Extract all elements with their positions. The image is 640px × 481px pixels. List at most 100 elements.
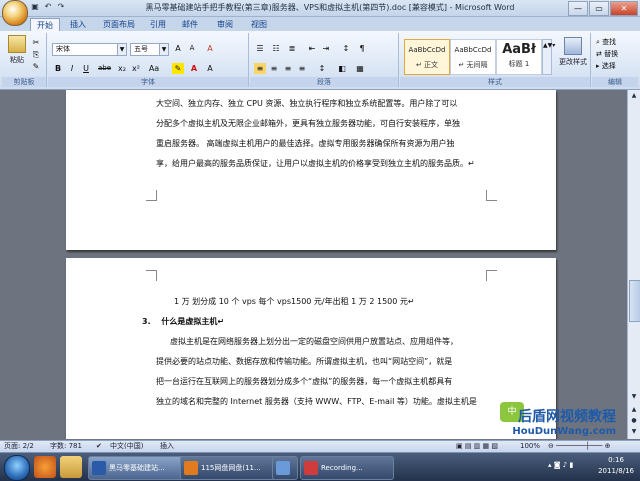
multilevel-icon[interactable]: ≣ [286, 43, 298, 54]
font-name-select[interactable]: 宋体 ▼ [52, 43, 127, 56]
folder-icon[interactable] [60, 456, 82, 478]
body-line: 大空间、独立内存、独立 CPU 资源、独立执行程序和独立系统配置等。用户除了可以 [156, 99, 458, 108]
copy-icon[interactable]: ⎘ [30, 49, 42, 60]
strikethrough-button[interactable]: abe [98, 63, 111, 74]
next-page-icon[interactable]: ▼ [629, 427, 639, 437]
spell-check-icon[interactable]: ✔ [96, 441, 102, 452]
style-no-spacing[interactable]: AaBbCcDd ↵ 无间隔 [450, 39, 496, 75]
tab-references[interactable]: 引用 [150, 18, 166, 31]
paragraph-group: ☰ ☷ ≣ ⇤ ⇥ ↕ ¶ ≡ ≡ ≡ ≡ ↕ ◧ ▦ 段落 [250, 33, 399, 87]
style-name: ↵ 正文 [415, 61, 439, 69]
tab-insert[interactable]: 插入 [70, 18, 86, 31]
select-button[interactable]: ▸ 选择 [596, 61, 616, 71]
change-styles-label: 更改样式 [559, 58, 587, 66]
clear-format-button[interactable]: A [204, 43, 216, 54]
style-sample: AaBbCcDd [454, 46, 492, 54]
zoom-slider[interactable]: ⊖ ───────┼─── ⊕ [548, 441, 611, 452]
tab-mailings[interactable]: 邮件 [182, 18, 198, 31]
find-button[interactable]: ⌕ 查找 [596, 37, 616, 47]
page-indicator[interactable]: 页面: 2/2 [4, 441, 34, 452]
page-1[interactable]: 大空间、独立内存、独立 CPU 资源、独立执行程序和独立系统配置等。用户除了可以… [66, 90, 556, 250]
highlight-icon[interactable]: ✎ [172, 63, 184, 74]
view-buttons[interactable]: ▣ ▤ ▥ ▦ ▧ [456, 441, 498, 452]
word-count[interactable]: 字数: 781 [50, 441, 82, 452]
clock[interactable]: 0:16 2011/8/16 [598, 455, 634, 477]
taskbar-task-app[interactable] [272, 456, 298, 480]
taskbar-task-label: 115网盘网盘(11... [201, 464, 261, 472]
tab-page-layout[interactable]: 页面布局 [103, 18, 135, 31]
margin-mark [146, 270, 157, 281]
prev-page-icon[interactable]: ▲ [629, 405, 639, 415]
firefox-icon[interactable] [34, 456, 56, 478]
undo-icon[interactable]: ↶ [43, 2, 53, 12]
heading-number: 3. [142, 317, 151, 326]
underline-button[interactable]: U [80, 63, 92, 74]
align-left-icon[interactable]: ≡ [254, 63, 266, 74]
language-indicator[interactable]: 中文(中国) [110, 441, 143, 452]
align-right-icon[interactable]: ≡ [282, 63, 294, 74]
heading-text: 什么是虚拟主机↵ [161, 317, 225, 326]
tab-home[interactable]: 开始 [30, 18, 60, 32]
tab-view[interactable]: 视图 [251, 18, 267, 31]
justify-icon[interactable]: ≡ [296, 63, 308, 74]
editing-group-label: 编辑 [592, 77, 638, 87]
change-styles-button[interactable]: 更改样式 [558, 37, 588, 67]
styles-scroll-icon[interactable]: ▲▼▾ [542, 39, 555, 75]
tab-review[interactable]: 审阅 [217, 18, 233, 31]
shading-icon[interactable]: ◧ [336, 63, 348, 74]
paste-button[interactable]: 粘贴 [6, 35, 28, 65]
bold-button[interactable]: B [52, 63, 64, 74]
paste-icon [8, 35, 26, 53]
subscript-button[interactable]: x₂ [116, 63, 128, 74]
style-normal[interactable]: AaBbCcDd ↵ 正文 [404, 39, 450, 75]
superscript-button[interactable]: x² [130, 63, 142, 74]
start-button[interactable] [4, 455, 30, 481]
save-icon[interactable]: ▣ [30, 2, 40, 12]
document-area[interactable]: 大空间、独立内存、独立 CPU 资源、独立执行程序和独立系统配置等。用户除了可以… [0, 90, 628, 439]
office-button[interactable] [2, 0, 28, 26]
close-button[interactable]: ✕ [610, 1, 638, 16]
shrink-font-button[interactable]: A [186, 43, 198, 54]
line-spacing-icon[interactable]: ↕ [316, 63, 328, 74]
borders-icon[interactable]: ▦ [354, 63, 366, 74]
change-case-button[interactable]: Aa [148, 63, 160, 74]
status-bar: 页面: 2/2 字数: 781 ✔ 中文(中国) 插入 ▣ ▤ ▥ ▦ ▧ 10… [0, 440, 640, 452]
increase-indent-icon[interactable]: ⇥ [320, 43, 332, 54]
decrease-indent-icon[interactable]: ⇤ [306, 43, 318, 54]
font-size-select[interactable]: 五号 ▼ [130, 43, 169, 56]
font-group-label: 字体 [48, 77, 248, 87]
font-color-icon[interactable]: A [188, 63, 200, 74]
numbering-icon[interactable]: ☷ [270, 43, 282, 54]
cut-icon[interactable]: ✂ [30, 37, 42, 48]
page-2[interactable]: 1 万 划分成 10 个 vps 每个 vps1500 元/年出租 1 万 2 … [66, 258, 556, 439]
clipboard-group-label: 剪贴板 [2, 77, 46, 87]
scroll-up-icon[interactable]: ▲ [629, 91, 639, 101]
grow-font-button[interactable]: A [172, 43, 184, 54]
body-line: 重启服务器。 高端虚拟主机用户的最佳选择。虚拟专用服务器确保所有资源为用户独 [156, 139, 455, 148]
char-shading-icon[interactable]: A [204, 63, 216, 74]
taskbar-task-recording[interactable]: Recording... [300, 456, 394, 480]
sort-icon[interactable]: ↕ [340, 43, 352, 54]
italic-button[interactable]: I [66, 63, 78, 74]
style-heading-1[interactable]: AaBł 标题 1 [496, 39, 542, 75]
taskbar-task-label: Recording... [321, 464, 363, 472]
body-line: 分配多个虚拟主机及无限企业邮箱外，更具有独立服务器功能，可自行安装程序，单独 [156, 119, 460, 128]
zoom-level[interactable]: 100% [520, 441, 540, 452]
taskbar: 黑马零基础建站... 115网盘网盘(11... Recording... ▴ … [0, 452, 640, 481]
tray-icons[interactable]: ▴ ◙ ♪ ▮ [548, 461, 573, 469]
paste-label: 粘贴 [10, 56, 24, 64]
scroll-thumb[interactable] [629, 280, 640, 322]
redo-icon[interactable]: ↷ [56, 2, 66, 12]
vertical-scrollbar[interactable]: ▲ ▼ ▲ ● ▼ [627, 90, 640, 439]
minimize-button[interactable]: — [568, 1, 588, 16]
replace-button[interactable]: ⇄ 替换 [596, 49, 618, 59]
align-center-icon[interactable]: ≡ [268, 63, 280, 74]
maximize-button[interactable]: ▭ [589, 1, 609, 16]
window-title: 黑马零基础建站手把手教程(第三章)服务器、VPS和虚拟主机(第四节).doc [… [145, 3, 515, 12]
show-marks-icon[interactable]: ¶ [356, 43, 368, 54]
scroll-down-icon[interactable]: ▼ [629, 392, 639, 402]
format-painter-icon[interactable]: ✎ [30, 61, 42, 72]
bullets-icon[interactable]: ☰ [254, 43, 266, 54]
browse-object-icon[interactable]: ● [629, 416, 639, 426]
insert-mode[interactable]: 插入 [160, 441, 174, 452]
